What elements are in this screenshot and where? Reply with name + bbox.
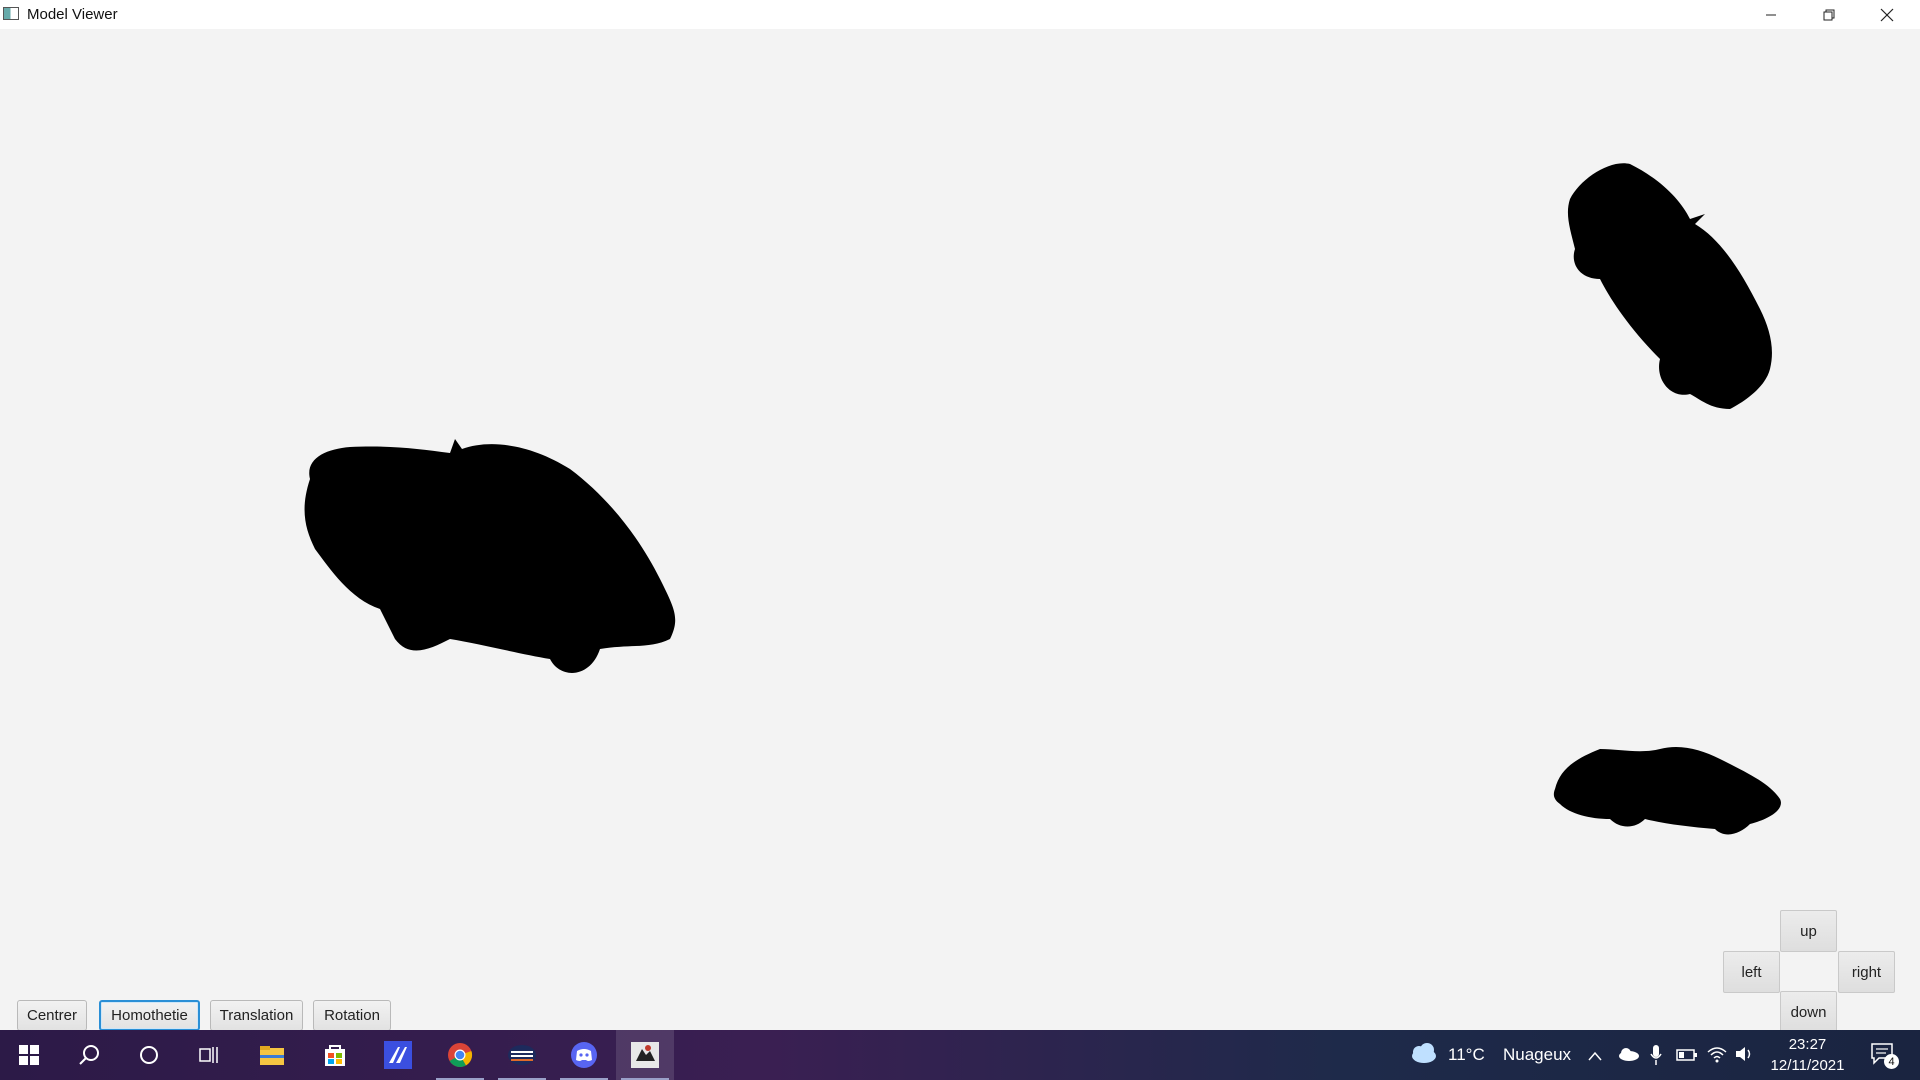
notification-count: 4	[1884, 1054, 1899, 1069]
translation-button[interactable]: Translation	[210, 1000, 303, 1031]
window-title: Model Viewer	[27, 6, 118, 23]
car-large	[304, 439, 676, 673]
car-small	[1553, 747, 1781, 835]
clock-date: 12/11/2021	[1770, 1057, 1845, 1074]
onedrive-icon[interactable]	[1617, 1047, 1639, 1066]
search-icon[interactable]	[60, 1030, 118, 1080]
clock-time: 23:27	[1788, 1036, 1827, 1053]
discord-icon[interactable]	[555, 1030, 613, 1080]
cortana-icon[interactable]	[120, 1030, 178, 1080]
homothetie-button[interactable]: Homothetie	[99, 1000, 200, 1031]
right-button[interactable]: right	[1838, 951, 1895, 993]
terminal-icon[interactable]	[493, 1030, 551, 1080]
up-button[interactable]: up	[1780, 910, 1837, 952]
viewport-canvas[interactable]: Centrer Homothetie Translation Rotation …	[0, 29, 1920, 1033]
weather-icon[interactable]	[1408, 1042, 1438, 1069]
centrer-button[interactable]: Centrer	[17, 1000, 87, 1031]
weather-temp[interactable]: 11°C	[1448, 1045, 1485, 1065]
rotation-button[interactable]: Rotation	[313, 1000, 391, 1031]
microphone-icon[interactable]	[1650, 1044, 1662, 1071]
close-icon[interactable]	[1858, 0, 1916, 29]
chrome-icon[interactable]	[431, 1030, 489, 1080]
restore-icon[interactable]	[1800, 0, 1858, 29]
windows-start-icon[interactable]	[0, 1030, 58, 1080]
wifi-icon[interactable]	[1707, 1045, 1727, 1068]
store-icon[interactable]	[306, 1030, 364, 1080]
battery-icon[interactable]	[1676, 1048, 1698, 1067]
chevron-up-icon[interactable]	[1588, 1048, 1602, 1066]
app-icon	[3, 7, 19, 20]
notification-icon[interactable]: 4	[1870, 1042, 1899, 1070]
minimize-icon[interactable]	[1742, 0, 1800, 29]
left-button[interactable]: left	[1723, 951, 1780, 993]
editor-icon[interactable]	[369, 1030, 427, 1080]
car-rotated	[1567, 163, 1772, 409]
down-button[interactable]: down	[1780, 991, 1837, 1033]
clock[interactable]: 23:27 12/11/2021	[1760, 1034, 1855, 1076]
file-explorer-icon[interactable]	[243, 1030, 301, 1080]
java-app-icon[interactable]	[616, 1030, 674, 1080]
volume-icon[interactable]	[1735, 1045, 1755, 1068]
taskbar: 11°C Nuageux 23:27 12/11/2021 4	[0, 1030, 1920, 1080]
task-view-icon[interactable]	[180, 1030, 238, 1080]
weather-condition[interactable]: Nuageux	[1503, 1045, 1571, 1065]
title-bar: Model Viewer	[0, 0, 1920, 29]
